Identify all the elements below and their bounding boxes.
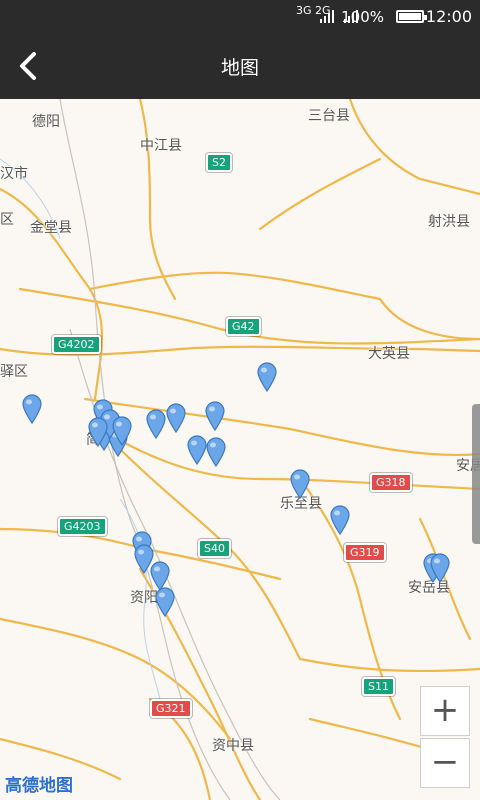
zoom-out-button[interactable]: − [420, 738, 470, 788]
highway-shield: G318 [370, 473, 412, 492]
map-marker-pin-icon[interactable] [204, 401, 226, 431]
battery-percent: 100% [341, 8, 384, 26]
map-marker-pin-icon[interactable] [256, 362, 278, 392]
highway-shield: S40 [198, 539, 231, 558]
status-bar: 3G 2G 100% 12:00 [0, 0, 480, 33]
map-marker-pin-icon[interactable] [154, 587, 176, 617]
battery-icon [396, 10, 427, 23]
place-label: 中江县 [140, 138, 182, 154]
page-title: 地图 [220, 57, 259, 79]
place-label: 金堂县 [30, 220, 72, 236]
highway-shield: G4202 [52, 335, 101, 354]
map-marker-pin-icon[interactable] [21, 394, 43, 424]
clock: 12:00 [425, 7, 472, 26]
map-marker-pin-icon[interactable] [289, 469, 311, 499]
highway-shield: G4203 [58, 517, 107, 536]
map-marker-pin-icon[interactable] [145, 409, 167, 439]
place-label: 汉市 [0, 166, 28, 182]
highway-shield: S2 [206, 153, 232, 172]
place-label: 大英县 [368, 346, 410, 362]
place-label: 驿区 [0, 364, 28, 380]
road-network [0, 99, 480, 800]
map-marker-pin-icon[interactable] [329, 505, 351, 535]
highway-shield: G321 [150, 699, 192, 718]
map-marker-pin-icon[interactable] [429, 553, 451, 583]
place-label: 三台县 [308, 108, 350, 124]
place-label: 射洪县 [428, 214, 470, 230]
map-marker-pin-icon[interactable] [111, 416, 133, 446]
place-label: 德阳 [32, 114, 60, 130]
map-marker-pin-icon[interactable] [87, 417, 109, 447]
amap-logo: 高德地图 [5, 776, 73, 796]
side-drawer-handle[interactable] [472, 404, 480, 544]
map-marker-pin-icon[interactable] [205, 437, 227, 467]
highway-shield: G319 [344, 543, 386, 562]
zoom-in-button[interactable]: + [420, 686, 470, 736]
map-marker-pin-icon[interactable] [165, 403, 187, 433]
highway-shield: S11 [362, 677, 395, 696]
place-label: 资中县 [212, 738, 254, 754]
highway-shield: G42 [226, 317, 261, 336]
map-view[interactable]: 德阳 中江县 三台县 汉市 区 金堂县 射洪县 大英县 驿区 简 乐至县 安居 … [0, 99, 480, 800]
place-label: 区 [0, 212, 14, 228]
nav-bar: 地图 [0, 33, 480, 99]
